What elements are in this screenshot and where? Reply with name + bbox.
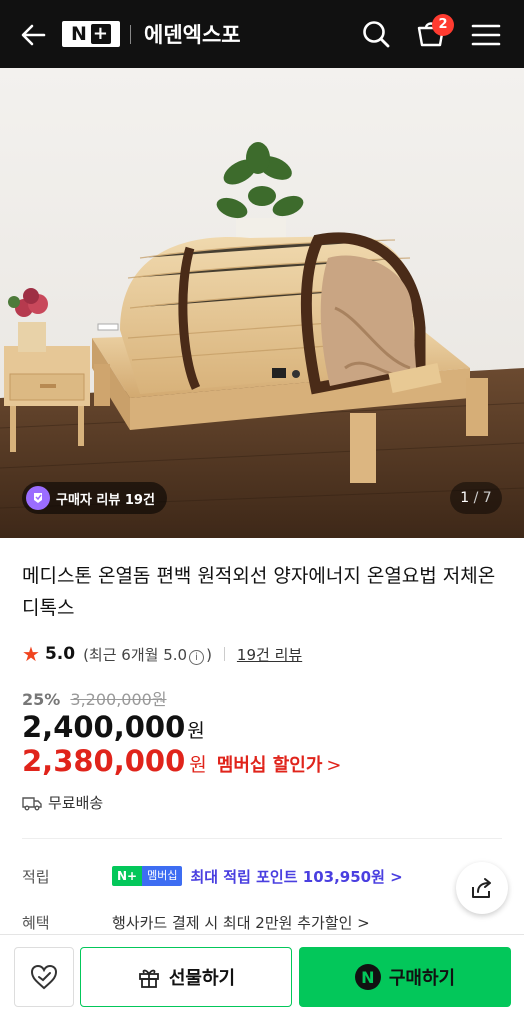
share-button[interactable] bbox=[456, 862, 508, 914]
original-price: 3,200,000원 bbox=[70, 690, 167, 709]
gift-icon bbox=[138, 969, 159, 988]
recent-rating-prefix: (최근 6개월 5.0 bbox=[83, 645, 188, 664]
sale-price-value: 2,400,000 bbox=[22, 710, 186, 744]
review-badge-icon bbox=[26, 486, 50, 510]
product-title: 메디스톤 온열돔 편백 원적외선 양자에너지 온열요법 저체온 디톡스 bbox=[22, 565, 496, 619]
bottom-action-bar: 선물하기 N 구매하기 bbox=[0, 934, 524, 1024]
benefit-text: 행사카드 결제 시 최대 2만원 추가할인 > bbox=[112, 913, 370, 932]
naver-plus-logo[interactable]: N + bbox=[62, 21, 120, 47]
shipping-info: 무료배송 bbox=[22, 792, 103, 813]
review-chip-text: 구매자 리뷰 19건 bbox=[56, 492, 155, 508]
shipping-text: 무료배송 bbox=[48, 794, 104, 812]
wishlist-button[interactable] bbox=[14, 947, 74, 1007]
heart-check-icon bbox=[30, 964, 58, 990]
discount-row: 25% 3,200,000원 bbox=[22, 686, 167, 710]
max-points-text: 최대 적립 포인트 103,950원 > bbox=[190, 867, 403, 886]
header-divider bbox=[130, 25, 131, 44]
product-image-gallery[interactable]: 구매자 리뷰 19건 1 / 7 bbox=[0, 68, 524, 538]
gallery-page-counter: 1 / 7 bbox=[450, 482, 502, 514]
benefit-row[interactable]: 혜택 행사카드 결제 시 최대 2만원 추가할인 > bbox=[22, 908, 422, 936]
points-label: 적립 bbox=[22, 867, 50, 886]
gift-label: 선물하기 bbox=[168, 968, 236, 989]
naver-pay-icon: N bbox=[354, 964, 381, 990]
member-price-label: 멤버십 할인가 bbox=[216, 755, 323, 776]
top-header: N + 에덴엑스포 2 bbox=[0, 0, 524, 68]
member-price-unit: 원 bbox=[189, 754, 207, 776]
info-icon[interactable]: i bbox=[189, 649, 205, 665]
np-badge-member: 멤버십 bbox=[142, 866, 183, 886]
recent-rating-suffix: ) bbox=[206, 645, 212, 664]
product-photo bbox=[0, 68, 524, 538]
review-count-link[interactable]: 19건 리뷰 bbox=[237, 644, 302, 665]
sale-price-unit: 원 bbox=[187, 720, 205, 742]
cart-count-badge: 2 bbox=[432, 14, 454, 36]
store-name[interactable]: 에덴엑스포 bbox=[144, 19, 241, 49]
buy-button[interactable]: N 구매하기 bbox=[299, 947, 511, 1007]
gift-button[interactable]: 선물하기 bbox=[80, 947, 292, 1007]
member-price-value: 2,380,000 bbox=[22, 744, 186, 778]
discount-rate: 25% bbox=[22, 690, 61, 709]
hamburger-menu-icon[interactable] bbox=[470, 20, 502, 50]
section-divider bbox=[22, 838, 502, 839]
benefit-label: 혜택 bbox=[22, 913, 50, 932]
recent-rating: (최근 6개월 5.0 i) bbox=[83, 644, 212, 665]
chevron-right-icon: > bbox=[326, 755, 342, 776]
truck-icon bbox=[22, 796, 42, 810]
member-price-row[interactable]: 2,380,000 원 멤버십 할인가 > bbox=[22, 744, 342, 778]
rating-score: 5.0 bbox=[44, 644, 76, 664]
naver-plus-membership-badge: N+ 멤버십 bbox=[112, 866, 183, 886]
search-icon[interactable] bbox=[360, 18, 392, 50]
sale-price: 2,400,000 원 bbox=[22, 710, 205, 744]
points-row[interactable]: 적립 N+ 멤버십 최대 적립 포인트 103,950원 > bbox=[22, 862, 502, 890]
share-icon bbox=[472, 878, 491, 898]
np-badge-text: N+ bbox=[112, 866, 143, 886]
buyer-review-chip[interactable]: 구매자 리뷰 19건 bbox=[22, 482, 167, 514]
page-current: 1 bbox=[460, 490, 470, 506]
star-icon: ★ bbox=[22, 642, 40, 666]
rating-row: ★ 5.0 (최근 6개월 5.0 i) 19건 리뷰 bbox=[22, 642, 302, 666]
rating-divider bbox=[223, 647, 225, 661]
page-total: / 7 bbox=[473, 490, 492, 506]
buy-label: 구매하기 bbox=[388, 968, 456, 989]
arrow-left-icon[interactable] bbox=[18, 20, 48, 50]
